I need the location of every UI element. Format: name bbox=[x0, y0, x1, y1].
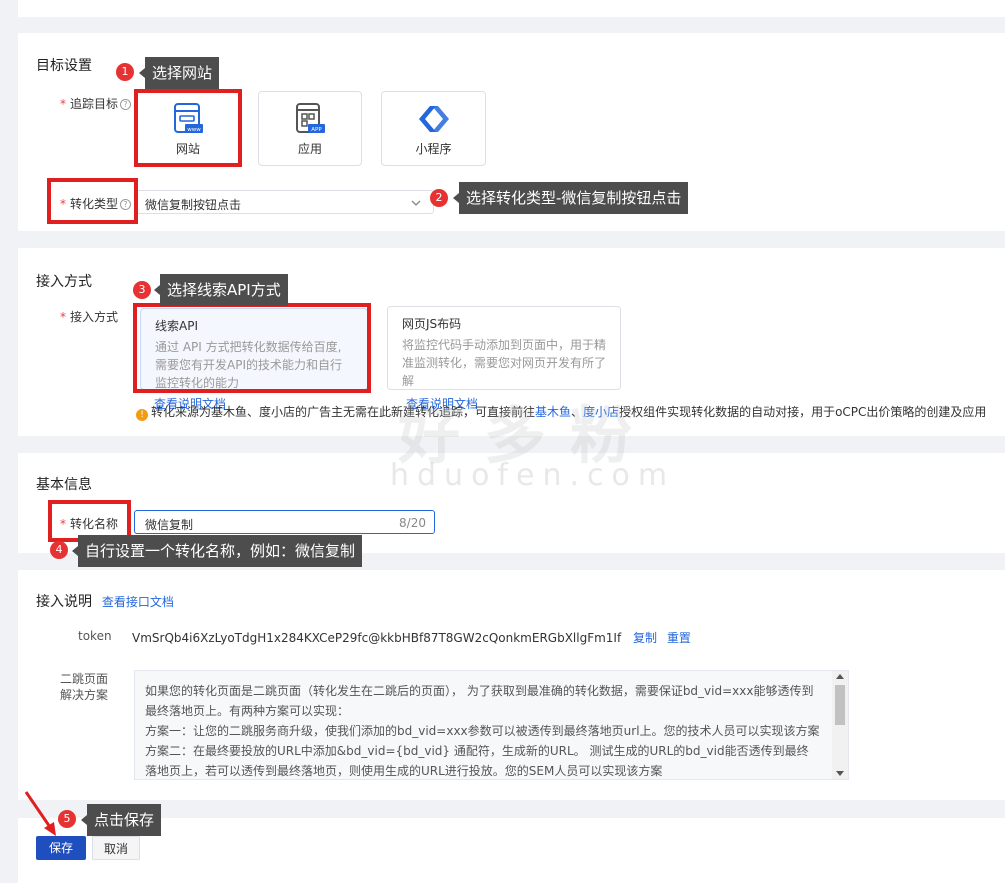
instructions-title-row: 接入说明 查看接口文档 bbox=[36, 591, 174, 611]
app-icon: APP bbox=[296, 103, 325, 133]
notice-suffix: 授权组件实现转化数据的自动对接，用于oCPC出价策略的创建及应用 bbox=[619, 405, 987, 419]
cancel-button[interactable]: 取消 bbox=[92, 836, 140, 860]
redirect-solution-textarea[interactable]: 如果您的转化页面是二跳页面（转化发生在二跳后的页面）， 为了获取到最准确的转化数… bbox=[134, 670, 849, 780]
annotation-tip-3: 选择线索API方式 bbox=[154, 274, 288, 306]
redirect-solution-text: 如果您的转化页面是二跳页面（转化发生在二跳后的页面）， 为了获取到最准确的转化数… bbox=[145, 684, 820, 778]
target-option-app[interactable]: APP 应用 bbox=[258, 91, 362, 166]
annotation-tip-2: 选择转化类型-微信复制按钮点击 bbox=[452, 182, 689, 214]
conv-type-select[interactable]: 微信复制按钮点击 bbox=[134, 190, 434, 214]
instructions-section-title: 接入说明 bbox=[36, 594, 92, 610]
conv-name-count: 8/20 bbox=[399, 516, 426, 530]
track-target-label: * 追踪目标? bbox=[60, 95, 132, 112]
annotation-badge-3: 3 bbox=[133, 281, 151, 299]
annotation-arrow bbox=[24, 791, 56, 836]
chevron-down-icon bbox=[411, 200, 421, 206]
annotation-tip-4: 自行设置一个转化名称，例如：微信复制 bbox=[71, 535, 363, 567]
conv-name-value: 微信复制 bbox=[145, 518, 194, 532]
copy-token-link[interactable]: 复制 bbox=[633, 631, 657, 645]
jimuyu-link[interactable]: 基木鱼 bbox=[535, 405, 571, 419]
redirect-label-2: 解决方案 bbox=[60, 688, 109, 702]
js-option-title: 网页JS布码 bbox=[402, 317, 462, 331]
access-method-label: * 接入方式 bbox=[60, 310, 119, 324]
annotation-badge-1: 1 bbox=[116, 63, 134, 81]
annotation-badge-4: 4 bbox=[50, 541, 68, 559]
target-option-miniprogram-label: 小程序 bbox=[415, 142, 452, 156]
scrollbar-thumb[interactable] bbox=[835, 685, 845, 725]
annotation-box-website bbox=[134, 89, 242, 167]
annotation-badge-2: 2 bbox=[430, 189, 448, 207]
info-icon: ! bbox=[136, 409, 148, 421]
access-section-title: 接入方式 bbox=[36, 274, 92, 290]
notice-prefix: 转化来源为基木鱼、度小店的广告主无需在此新建转化追踪，可直接前往 bbox=[151, 405, 536, 419]
textarea-scrollbar[interactable] bbox=[832, 671, 848, 779]
miniprogram-icon bbox=[418, 106, 449, 132]
target-option-miniprogram[interactable]: 小程序 bbox=[381, 91, 486, 166]
annotation-tip-5: 点击保存 bbox=[80, 804, 162, 836]
actions-card bbox=[18, 818, 1005, 883]
notice-line: ! 转化来源为基木鱼、度小店的广告主无需在此新建转化追踪，可直接前往基木鱼、度小店… bbox=[136, 403, 986, 421]
help-icon[interactable]: ? bbox=[120, 99, 132, 110]
conv-name-input[interactable]: 微信复制 8/20 bbox=[134, 510, 435, 534]
interface-doc-link[interactable]: 查看接口文档 bbox=[102, 595, 174, 609]
scroll-up-arrow[interactable] bbox=[836, 674, 844, 679]
scroll-down-arrow[interactable] bbox=[836, 771, 844, 776]
duxiaodian-link[interactable]: 度小店 bbox=[583, 405, 619, 419]
token-label: token bbox=[78, 629, 112, 643]
token-value: VmSrQb4i6XzLyoTdgH1x284KXCeP29fc@kkbHBf8… bbox=[132, 631, 622, 645]
top-card bbox=[18, 0, 1005, 17]
annotation-tip-1: 选择网站 bbox=[138, 57, 220, 89]
redirect-label-1: 二跳页面 bbox=[60, 672, 109, 686]
target-option-app-label: 应用 bbox=[297, 142, 322, 156]
annotation-box-api bbox=[133, 303, 371, 393]
token-row: VmSrQb4i6XzLyoTdgH1x284KXCeP29fc@kkbHBf8… bbox=[132, 629, 691, 646]
conv-type-value: 微信复制按钮点击 bbox=[145, 198, 242, 212]
target-section-title: 目标设置 bbox=[36, 58, 92, 74]
reset-token-link[interactable]: 重置 bbox=[667, 631, 691, 645]
annotation-box-conv-type bbox=[47, 178, 138, 224]
svg-text:APP: APP bbox=[311, 127, 322, 133]
notice-sep: 、 bbox=[571, 405, 584, 419]
js-option-desc: 将监控代码手动添加到页面中，用于精准监测转化，需要您对网页开发有所了解 bbox=[402, 338, 607, 388]
access-option-js[interactable]: 网页JS布码 将监控代码手动添加到页面中，用于精准监测转化，需要您对网页开发有所… bbox=[387, 306, 621, 390]
basic-section-title: 基本信息 bbox=[36, 477, 92, 493]
